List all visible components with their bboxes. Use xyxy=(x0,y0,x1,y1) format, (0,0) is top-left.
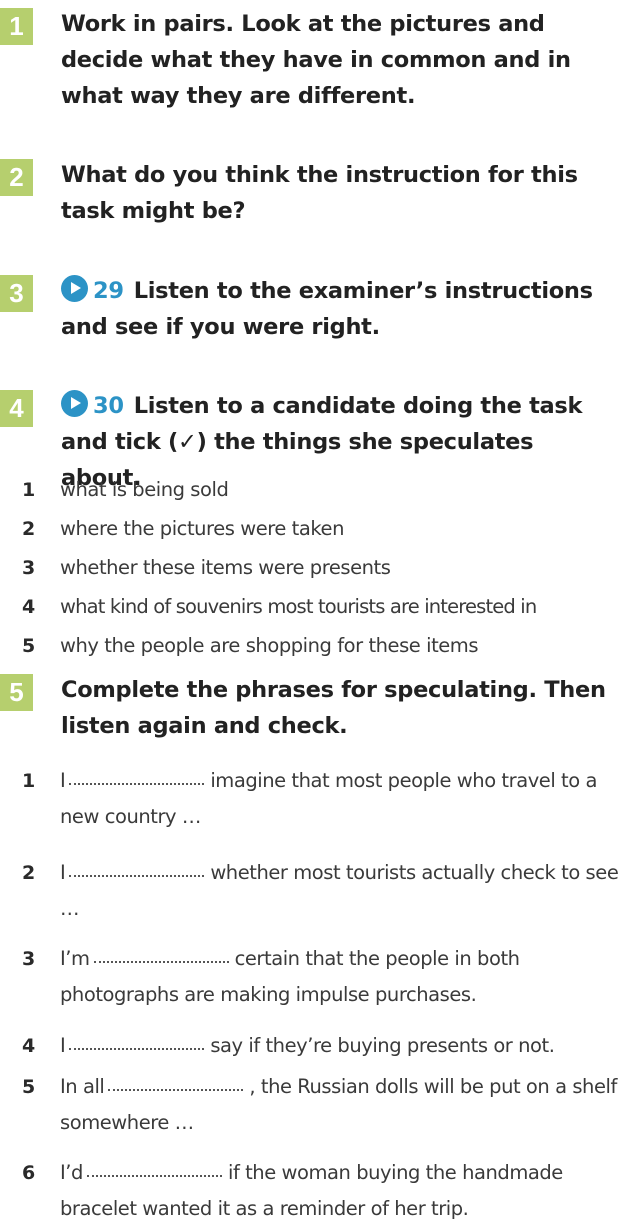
item-text: what kind of souvenirs most tourists are… xyxy=(60,595,537,618)
phrase-end: say if they’re buying presents or not. xyxy=(210,1034,555,1057)
item-text: Isay if they’re buying presents or not. xyxy=(60,1028,620,1064)
task-number-badge: 1 xyxy=(0,8,33,45)
item-number: 5 xyxy=(22,635,36,657)
item-number: 1 xyxy=(22,479,36,501)
fill-in-blank[interactable] xyxy=(93,953,229,963)
phrase-start: In all xyxy=(60,1075,105,1098)
audio-track-number: 30 xyxy=(93,393,124,419)
item-text: whether these items were presents xyxy=(60,556,391,579)
item-number: 3 xyxy=(22,948,36,970)
item-number: 2 xyxy=(22,862,36,884)
fill-in-blank[interactable] xyxy=(69,867,205,877)
item-text: where the pictures were taken xyxy=(60,517,344,540)
task-instruction: What do you think the instruction for th… xyxy=(61,162,578,224)
audio-track-number: 29 xyxy=(93,278,124,304)
task-number-badge: 2 xyxy=(0,159,33,196)
item-number: 3 xyxy=(22,557,36,579)
fill-in-blank[interactable] xyxy=(108,1081,244,1091)
item-number: 4 xyxy=(22,596,36,618)
phrase-start: I xyxy=(60,861,66,884)
item-text: I’d if the woman buying the handmade brac… xyxy=(60,1155,620,1227)
phrase-start: I’d xyxy=(60,1161,83,1184)
item-number: 4 xyxy=(22,1035,36,1057)
task-instruction: Work in pairs. Look at the pictures and … xyxy=(61,11,571,109)
item-text: In all, the Russian dolls will be put on… xyxy=(60,1069,620,1141)
item-number: 5 xyxy=(22,1076,36,1098)
task-number-badge: 5 xyxy=(0,674,33,711)
task-instruction-text: Listen to the examiner’s instructions an… xyxy=(61,278,593,340)
task-instruction: Complete the phrases for speculating. Th… xyxy=(61,677,606,739)
item-number: 6 xyxy=(22,1162,36,1184)
item-text: I’m certain that the people in both photo… xyxy=(60,941,620,1013)
play-icon[interactable] xyxy=(61,275,88,302)
task-number-badge: 3 xyxy=(0,275,33,312)
item-text: why the people are shopping for these it… xyxy=(60,634,479,657)
task-number-badge: 4 xyxy=(0,390,33,427)
phrase-start: I xyxy=(60,1034,66,1057)
fill-in-blank[interactable] xyxy=(69,775,205,785)
phrase-start: I xyxy=(60,769,66,792)
fill-in-blank[interactable] xyxy=(86,1167,222,1177)
fill-in-blank[interactable] xyxy=(69,1040,205,1050)
phrase-start: I’m xyxy=(60,947,90,970)
task-instruction: 29 Listen to the examiner’s instructions … xyxy=(61,273,621,345)
play-icon[interactable] xyxy=(61,390,88,417)
item-text: Iimagine that most people who travel to … xyxy=(60,763,620,835)
item-text: Iwhether most tourists actually check to… xyxy=(60,855,620,927)
item-number: 2 xyxy=(22,518,36,540)
item-text: what is being sold xyxy=(60,478,229,501)
item-number: 1 xyxy=(22,770,36,792)
